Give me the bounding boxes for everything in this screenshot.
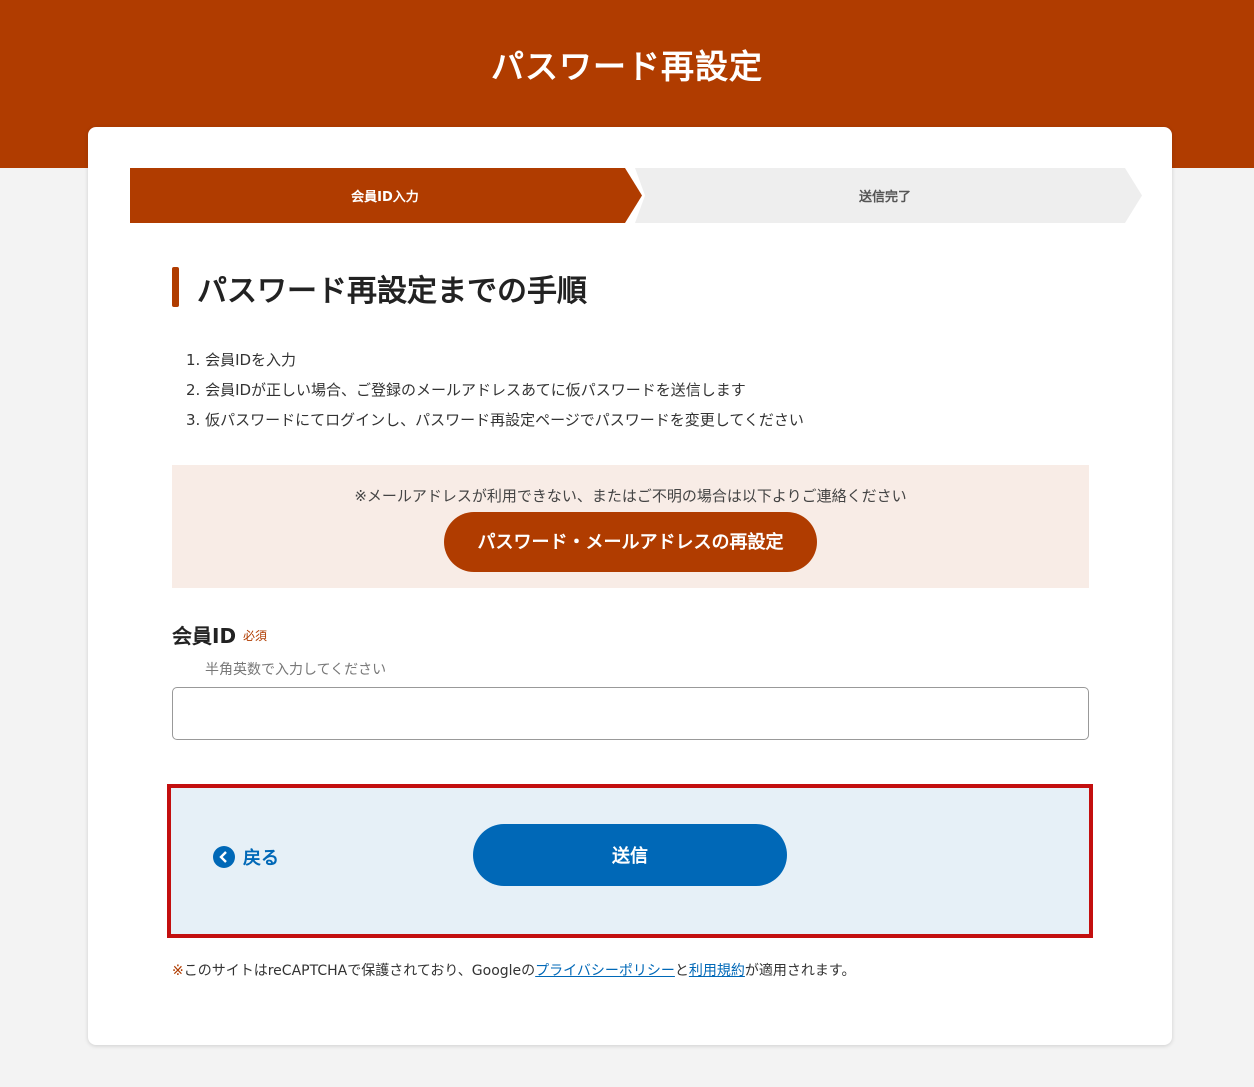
recaptcha-prefix: このサイトはreCAPTCHAで保護されており、Googleの [183, 963, 536, 979]
action-area: 戻る 送信 [167, 784, 1093, 938]
terms-link[interactable]: 利用規約 [689, 963, 745, 979]
submit-button[interactable]: 送信 [473, 824, 787, 886]
section-title-accent [172, 267, 179, 307]
member-id-hint: 半角英数で入力してください [205, 662, 387, 678]
recaptcha-and: と [674, 963, 689, 979]
back-link[interactable]: 戻る [213, 844, 279, 870]
step-2-label: 送信完了 [858, 190, 911, 205]
back-link-label: 戻る [243, 848, 279, 869]
privacy-policy-link[interactable]: プライバシーポリシー [535, 963, 675, 979]
note-mark: ※ [172, 963, 184, 979]
recaptcha-suffix: が適用されます。 [744, 963, 856, 979]
step-1-label: 会員ID入力 [351, 190, 419, 205]
list-item: 3. 仮パスワードにてログインし、パスワード再設定ページでパスワードを変更してく… [186, 411, 804, 429]
member-id-label: 会員ID [172, 624, 237, 648]
step-indicator: 会員ID入力 送信完了 [130, 168, 1142, 223]
recaptcha-note: ※このサイトはreCAPTCHAで保護されており、Googleのプライバシーポリ… [172, 960, 856, 980]
reset-password-email-button[interactable]: パスワード・メールアドレスの再設定 [444, 512, 817, 572]
list-item: 2. 会員IDが正しい場合、ご登録のメールアドレスあてに仮パスワードを送信します [186, 381, 746, 399]
member-id-input[interactable] [172, 687, 1089, 740]
section-title: パスワード再設定までの手順 [197, 274, 587, 309]
notice-box: ※メールアドレスが利用できない、またはご不明の場合は以下よりご連絡ください パス… [172, 465, 1089, 588]
page-title: パスワード再設定 [491, 47, 763, 86]
chevron-left-icon [213, 846, 235, 868]
procedure-list: 1. 会員IDを入力 2. 会員IDが正しい場合、ご登録のメールアドレスあてに仮… [186, 345, 804, 435]
required-badge: 必須 [243, 629, 268, 643]
list-item: 1. 会員IDを入力 [186, 351, 297, 369]
notice-text: ※メールアドレスが利用できない、またはご不明の場合は以下よりご連絡ください [354, 487, 907, 505]
